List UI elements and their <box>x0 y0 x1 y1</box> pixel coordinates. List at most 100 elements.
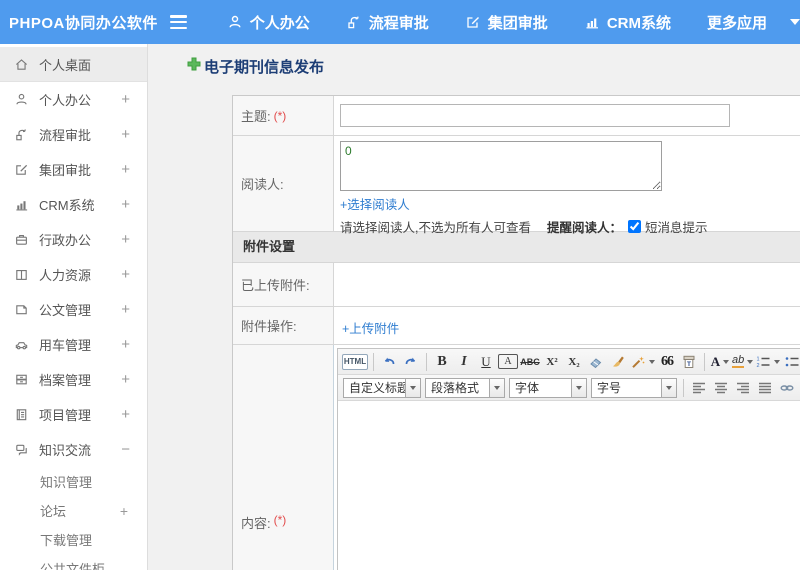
sidebar-subitem-public-file-cabinet[interactable]: 公共文件柜 <box>0 554 147 570</box>
expand-toggle[interactable]: + <box>121 126 130 143</box>
editor-font-color-button[interactable]: A <box>710 352 730 372</box>
editor-redo-icon[interactable] <box>401 352 421 372</box>
sidebar-subitem-download-management[interactable]: 下载管理 <box>0 525 147 554</box>
editor-char-style-button[interactable]: A <box>498 354 518 369</box>
sidebar-item-label: 人力资源 <box>39 268 92 283</box>
sms-remind-label: 短消息提示 <box>645 221 708 235</box>
nav-more-apps[interactable]: 更多应用 <box>707 12 800 33</box>
editor-underline-button[interactable]: U <box>476 352 496 372</box>
editor-align-left-icon[interactable] <box>689 378 709 398</box>
editor-format-brush-icon[interactable] <box>608 352 628 372</box>
caret-down-icon <box>774 359 781 364</box>
sidebar-item-group-approval[interactable]: 集团审批 + <box>0 152 147 187</box>
sidebar-item-archive-management[interactable]: 档案管理 + <box>0 362 147 397</box>
editor-superscript-button[interactable]: X² <box>542 352 562 372</box>
sidebar-item-personal-office[interactable]: 个人办公 + <box>0 82 147 117</box>
editor-italic-button[interactable]: I <box>454 352 474 372</box>
nav-label: 个人办公 <box>249 14 310 32</box>
expand-toggle[interactable]: + <box>121 266 130 283</box>
sidebar-item-label: 个人桌面 <box>39 57 92 73</box>
editor-undo-icon[interactable] <box>379 352 399 372</box>
sidebar-item-admin-office[interactable]: 行政办公 + <box>0 222 147 257</box>
sms-remind-checkbox[interactable] <box>628 220 641 233</box>
briefcase-icon <box>14 232 29 247</box>
editor-eraser-icon[interactable] <box>586 352 606 372</box>
editor-font-family-select[interactable]: 字体 <box>509 377 587 398</box>
caret-down-icon <box>747 359 754 364</box>
editor-strikethrough-button[interactable]: ABC <box>520 352 540 372</box>
editor-style-select[interactable]: 自定义标题 <box>343 377 421 398</box>
sidebar-item-document-management[interactable]: 公文管理 + <box>0 292 147 327</box>
caret-down-icon <box>405 378 420 397</box>
sidebar-item-label: CRM系统 <box>39 198 95 213</box>
editor-subscript-button[interactable]: X₂ <box>564 352 584 372</box>
expand-toggle[interactable]: + <box>121 231 130 248</box>
editor-paragraph-format-select[interactable]: 段落格式 <box>425 377 505 398</box>
expand-toggle[interactable]: + <box>121 336 130 353</box>
sidebar-item-project-management[interactable]: 项目管理 + <box>0 397 147 432</box>
sidebar-subitem-knowledge-management[interactable]: 知识管理 <box>0 467 147 496</box>
editor-paste-text-icon[interactable]: T <box>679 352 699 372</box>
sidebar-item-label: 集团审批 <box>39 163 92 178</box>
editor-align-justify-icon[interactable] <box>755 378 775 398</box>
editor-bullet-list-button[interactable] <box>782 352 800 372</box>
sidebar-item-label: 项目管理 <box>39 408 92 423</box>
sidebar-item-vehicle-management[interactable]: 用车管理 + <box>0 327 147 362</box>
editor-blockquote-button[interactable]: 66 <box>657 352 677 372</box>
workflow-icon <box>346 14 362 30</box>
expand-toggle[interactable]: + <box>120 503 128 519</box>
nav-group-approval[interactable]: 集团审批 <box>465 12 548 33</box>
toolbar-separator <box>426 352 427 371</box>
required-mark: (*) <box>273 513 287 527</box>
app-title: PHPOA协同办公软件 <box>9 14 158 32</box>
required-mark: (*) <box>273 108 287 123</box>
edit-square-icon <box>14 162 29 177</box>
sidebar-item-workflow-approval[interactable]: 流程审批 + <box>0 117 147 152</box>
sidebar-item-label: 用车管理 <box>39 338 92 353</box>
select-readers-link[interactable]: +选择阅读人 <box>340 194 410 213</box>
caret-down-icon <box>571 378 586 397</box>
sidebar-item-knowledge-exchange[interactable]: 知识交流 − <box>0 432 147 467</box>
notebook-icon <box>14 407 29 422</box>
publish-form: 主题: (*) 阅读人: 0 +选择阅读人 请选择阅读人,不选为所有人可查看 提… <box>232 95 800 570</box>
nav-crm-system[interactable]: CRM系统 <box>584 12 671 33</box>
nav-personal-office[interactable]: 个人办公 <box>227 12 310 33</box>
expand-toggle[interactable]: + <box>121 406 130 423</box>
readers-textarea[interactable]: 0 <box>340 141 662 191</box>
editor-font-size-select[interactable]: 字号 <box>591 377 677 398</box>
subject-input[interactable] <box>340 104 730 127</box>
editor-html-source-button[interactable]: HTML <box>342 353 368 370</box>
sidebar-subitem-forum[interactable]: 论坛 + <box>0 496 147 525</box>
editor-toolbar-row2: 自定义标题 段落格式 字体 字号 <box>338 375 800 401</box>
editor-ordered-list-button[interactable]: 12 <box>755 352 781 372</box>
bar-chart-icon <box>584 14 600 30</box>
sidebar-item-human-resources[interactable]: 人力资源 + <box>0 257 147 292</box>
editor-insert-link-icon[interactable] <box>777 378 797 398</box>
hamburger-menu-icon[interactable] <box>169 15 187 29</box>
editor-highlight-button[interactable]: ab <box>732 352 754 372</box>
editor-autoformat-wand-icon[interactable] <box>630 352 655 372</box>
caret-down-icon <box>661 378 676 397</box>
upload-attachment-link[interactable]: +上传附件 <box>342 318 399 337</box>
expand-toggle[interactable]: + <box>121 161 130 178</box>
readers-label: 阅读人: <box>233 136 334 231</box>
editor-content-area[interactable] <box>338 401 800 570</box>
top-nav: 个人办公 流程审批 集团审批 CRM系统 更多应用 <box>227 12 800 33</box>
expand-toggle[interactable]: + <box>121 91 130 108</box>
svg-text:2: 2 <box>757 363 760 369</box>
edit-square-icon <box>465 14 481 30</box>
sidebar-item-crm-system[interactable]: CRM系统 + <box>0 187 147 222</box>
expand-toggle[interactable]: + <box>121 371 130 388</box>
rich-text-editor: HTML B I U A ABC X² X₂ 66 T A ab 1 2 自定义… <box>337 348 800 570</box>
sidebar-item-personal-desktop[interactable]: 个人桌面 <box>0 47 147 82</box>
expand-toggle[interactable]: + <box>121 196 130 213</box>
editor-align-right-icon[interactable] <box>733 378 753 398</box>
editor-align-center-icon[interactable] <box>711 378 731 398</box>
toolbar-separator <box>683 378 684 397</box>
nav-label: 更多应用 <box>706 14 767 32</box>
expand-toggle[interactable]: + <box>121 301 130 318</box>
subject-label: 主题: (*) <box>233 96 334 135</box>
expand-toggle[interactable]: − <box>121 441 130 458</box>
nav-workflow-approval[interactable]: 流程审批 <box>346 12 429 33</box>
editor-bold-button[interactable]: B <box>432 352 452 372</box>
